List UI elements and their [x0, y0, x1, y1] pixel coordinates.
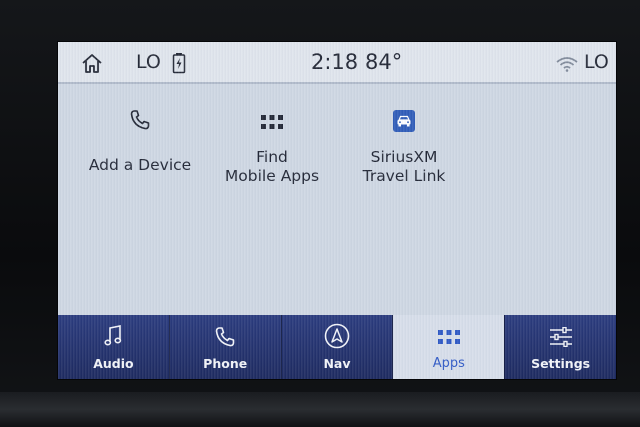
tab-audio[interactable]: Audio [58, 315, 170, 379]
siriusxm-car-icon [393, 110, 415, 132]
wifi-icon [556, 57, 578, 72]
dashboard-trim [0, 392, 640, 427]
left-fan-level[interactable]: LO [136, 51, 161, 73]
sliders-icon [549, 327, 572, 347]
grid-icon [261, 115, 283, 129]
right-fan-level[interactable]: LO [584, 51, 609, 73]
tab-phone[interactable]: Phone [169, 315, 282, 379]
tile-label: Find Mobile Apps [224, 148, 320, 185]
siriusxm-travel-link-tile[interactable]: SiriusXM Travel Link [340, 94, 468, 214]
phone-icon [215, 327, 235, 347]
status-bar: LO 2:18 84° LO [58, 42, 616, 84]
bottom-nav: Audio Phone Nav Apps Settings [58, 315, 616, 379]
music-note-icon [104, 325, 122, 346]
home-icon[interactable] [80, 52, 104, 74]
compass-arrow-icon [324, 323, 350, 349]
grid-icon [437, 330, 460, 344]
infotainment-screen: LO 2:18 84° LO Add a Device Find Mobile … [58, 42, 616, 379]
phone-icon [130, 110, 150, 130]
add-a-device-tile[interactable]: Add a Device [76, 94, 204, 214]
tile-label: SiriusXM Travel Link [362, 148, 446, 185]
tile-label: Add a Device [88, 156, 192, 174]
find-mobile-apps-tile[interactable]: Find Mobile Apps [208, 94, 336, 214]
tab-settings[interactable]: Settings [505, 315, 616, 379]
tab-apps[interactable]: Apps [393, 315, 506, 379]
clock: 2:18 [311, 50, 359, 74]
tab-nav[interactable]: Nav [281, 315, 394, 379]
battery-charging-icon [172, 53, 186, 74]
outside-temperature: 84° [365, 50, 403, 74]
